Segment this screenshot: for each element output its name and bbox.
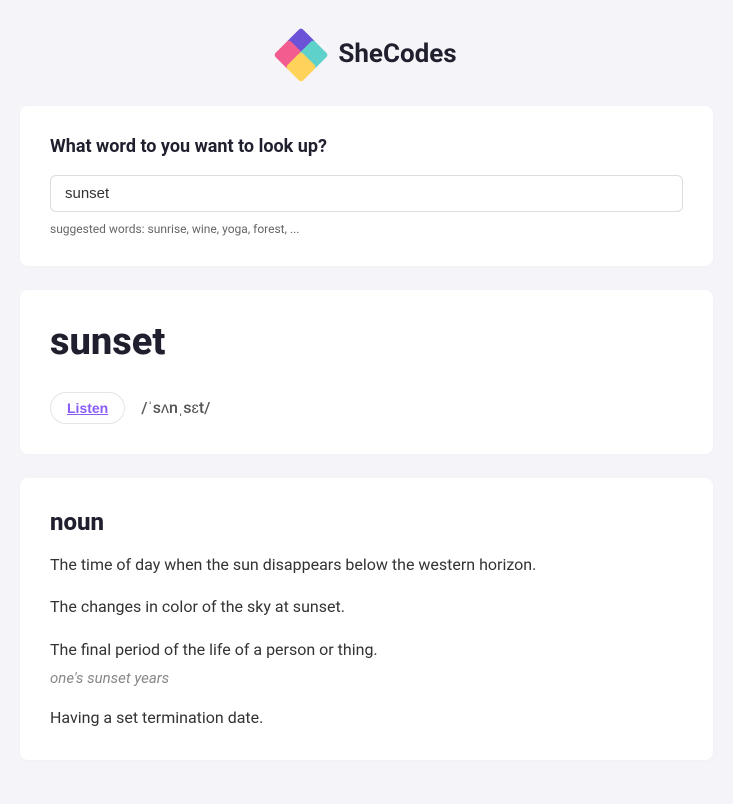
- definition: The time of day when the sun disappears …: [50, 554, 683, 576]
- app-header: SheCodes: [20, 30, 713, 78]
- search-hint: suggested words: sunrise, wine, yoga, fo…: [50, 222, 683, 236]
- definition: The changes in color of the sky at sunse…: [50, 596, 683, 618]
- logo-icon: [276, 30, 326, 78]
- brand-name: SheCodes: [338, 39, 456, 69]
- search-input[interactable]: [50, 175, 683, 212]
- definition-example: one's sunset years: [50, 669, 683, 687]
- definition: The final period of the life of a person…: [50, 639, 683, 661]
- result-word: sunset: [50, 320, 683, 364]
- search-card: What word to you want to look up? sugges…: [20, 106, 713, 266]
- result-card: sunset Listen /ˈsʌnˌsɛt/: [20, 290, 713, 454]
- phonetic-text: /ˈsʌnˌsɛt/: [141, 398, 210, 418]
- definition: Having a set termination date.: [50, 707, 683, 729]
- part-of-speech: noun: [50, 508, 683, 536]
- meaning-card: noun The time of day when the sun disapp…: [20, 478, 713, 760]
- listen-button[interactable]: Listen: [50, 392, 125, 424]
- search-prompt: What word to you want to look up?: [50, 136, 683, 157]
